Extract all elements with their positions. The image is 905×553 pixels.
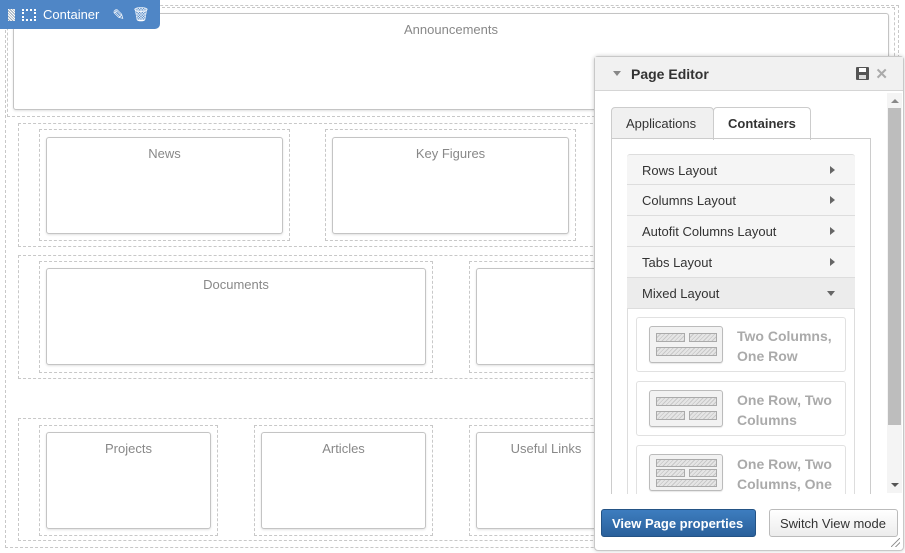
portlet-projects[interactable]: Projects	[46, 432, 211, 529]
layout-label: One Row	[737, 348, 798, 364]
drag-handle-icon[interactable]	[8, 8, 15, 21]
scrollbar-thumb[interactable]	[888, 108, 901, 425]
tab-content: Rows Layout Columns Layout Autofit Colum…	[611, 138, 871, 494]
chevron-right-icon	[830, 258, 835, 266]
scroll-up-icon[interactable]	[891, 99, 899, 103]
layout-thumbnail	[649, 326, 723, 363]
layout-tabs[interactable]: Tabs Layout	[627, 247, 855, 278]
layout-rows[interactable]: Rows Layout	[627, 154, 855, 185]
save-icon[interactable]	[856, 67, 869, 80]
layout-two-columns-one-row[interactable]: Two Columns, One Row	[636, 317, 846, 372]
collapse-icon[interactable]	[613, 71, 621, 76]
container-select-icon	[22, 8, 36, 21]
layout-label: One Row, Two	[737, 456, 832, 472]
layout-thumbnail	[649, 454, 723, 491]
layout-label: Two Columns,	[737, 328, 832, 344]
page-editor-panel: Page Editor ✕ Applications Containers Ro…	[594, 56, 904, 551]
chevron-right-icon	[830, 166, 835, 174]
container-toolbar: Container ✎ 🗑	[0, 0, 160, 29]
layout-label: Columns, One	[737, 476, 832, 492]
portlet-key-figures[interactable]: Key Figures	[332, 137, 569, 234]
layout-label: Autofit Columns Layout	[642, 224, 777, 239]
layout-autofit-columns[interactable]: Autofit Columns Layout	[627, 216, 855, 247]
resize-handle-icon[interactable]	[891, 538, 900, 547]
portlet-news[interactable]: News	[46, 137, 283, 234]
portlet-articles[interactable]: Articles	[261, 432, 426, 529]
layout-label: Columns Layout	[642, 193, 736, 208]
trash-icon[interactable]: 🗑	[132, 6, 150, 23]
layout-label: One Row, Two	[737, 392, 832, 408]
layout-label: Rows Layout	[642, 163, 718, 178]
page-editor-header[interactable]: Page Editor ✕	[595, 57, 903, 91]
layout-label: Mixed Layout	[642, 286, 720, 301]
view-page-properties-button[interactable]: View Page properties	[601, 509, 756, 537]
close-icon[interactable]: ✕	[875, 65, 888, 83]
page-editor-title: Page Editor	[631, 65, 709, 82]
tab-containers[interactable]: Containers	[713, 107, 811, 140]
portlet-documents[interactable]: Documents	[46, 268, 426, 365]
layout-label: Columns	[737, 412, 797, 428]
layout-one-row-two-columns[interactable]: One Row, Two Columns	[636, 381, 846, 436]
scrollbar[interactable]	[887, 93, 902, 493]
container-label: Container	[43, 7, 100, 22]
scroll-down-icon[interactable]	[891, 483, 899, 487]
chevron-right-icon	[830, 196, 835, 204]
layout-label: Tabs Layout	[642, 255, 713, 270]
layout-mixed[interactable]: Mixed Layout	[627, 278, 855, 309]
mixed-layout-list: Two Columns, One Row One Row, Two Columns …	[627, 309, 855, 494]
layout-one-row-two-columns-one-row[interactable]: One Row, Two Columns, One	[636, 445, 846, 494]
layout-columns[interactable]: Columns Layout	[627, 185, 855, 216]
tab-applications[interactable]: Applications	[611, 107, 714, 139]
chevron-down-icon	[827, 291, 835, 296]
edit-icon[interactable]: ✎	[112, 6, 125, 24]
layout-thumbnail	[649, 390, 723, 427]
chevron-right-icon	[830, 227, 835, 235]
switch-view-mode-button[interactable]: Switch View mode	[769, 509, 898, 537]
